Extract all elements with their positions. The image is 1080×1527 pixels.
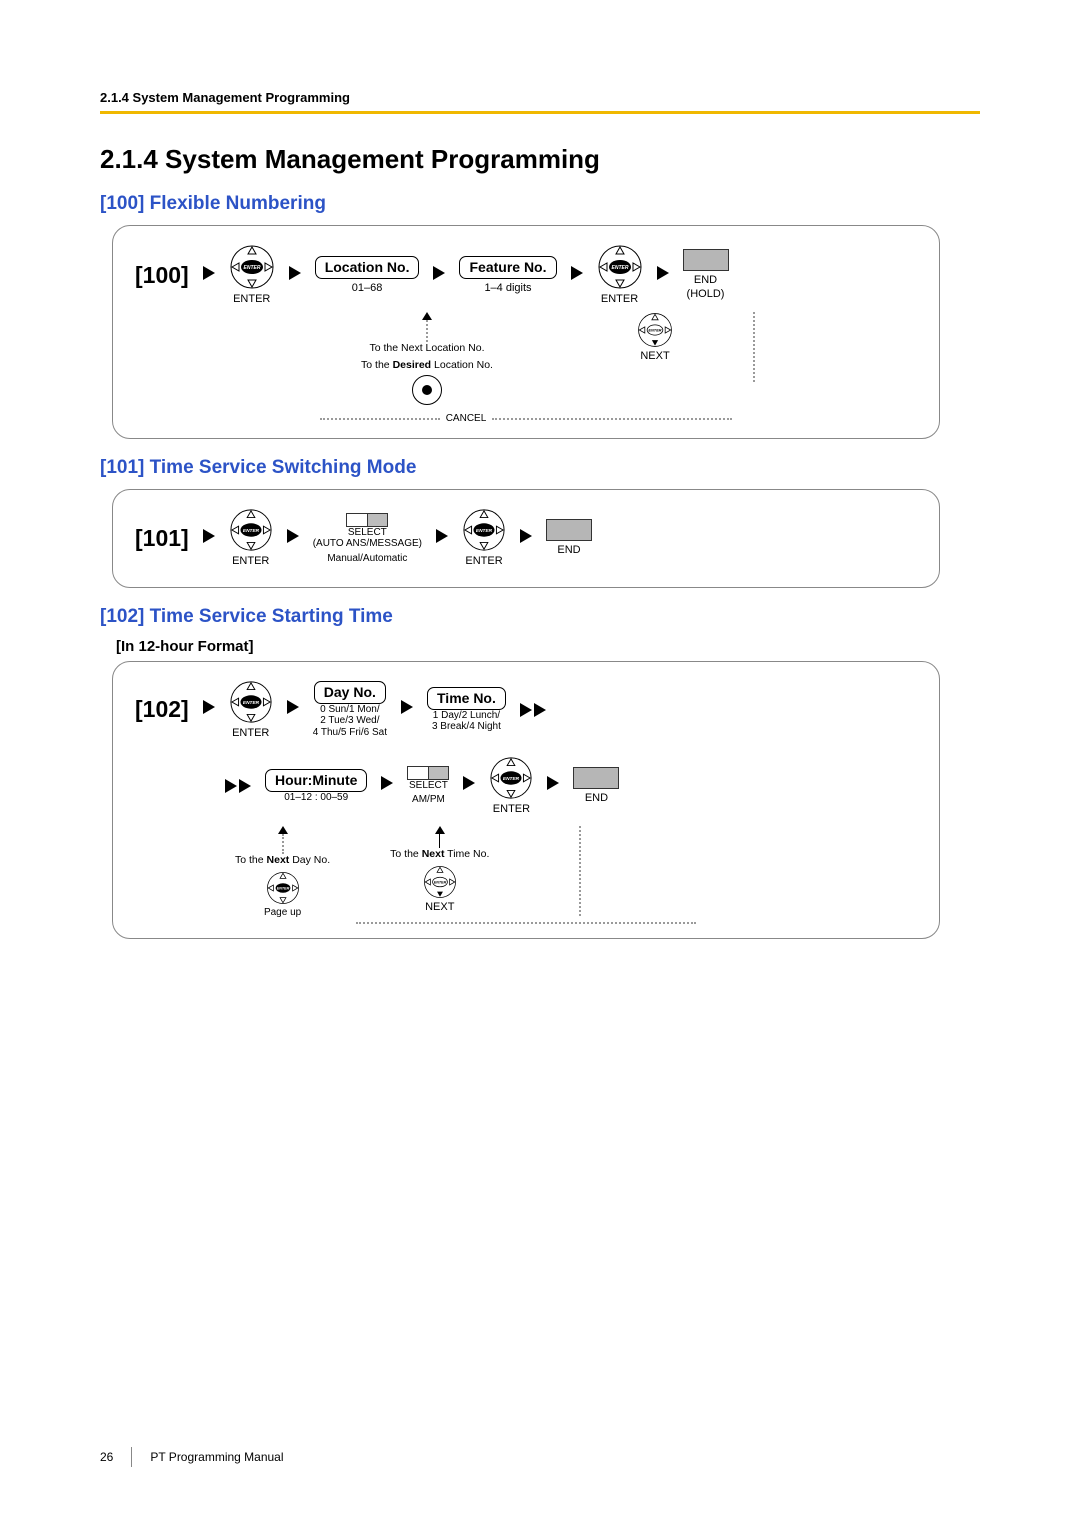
location-range: 01–68 <box>352 282 383 295</box>
end-label: END <box>585 792 608 805</box>
code-102: [102] <box>135 696 189 723</box>
hold-key-icon <box>683 249 729 271</box>
arrow-icon <box>657 266 669 285</box>
location-no-box: Location No. <box>315 256 420 279</box>
up-arrow-icon <box>422 312 432 320</box>
svg-text:ENTER: ENTER <box>648 328 661 333</box>
hold-key-icon <box>546 519 592 541</box>
time-values: 1 Day/2 Lunch/ 3 Break/4 Night <box>432 710 501 733</box>
arrow-icon <box>225 779 251 793</box>
arrow-icon <box>520 703 546 717</box>
time-no-box: Time No. <box>427 687 506 710</box>
arrow-icon <box>287 700 299 719</box>
to-next-time-text: To the Next Time No. <box>390 848 489 861</box>
jog-dial-icon <box>412 375 442 405</box>
up-arrow-icon <box>278 826 288 834</box>
ampm-label: AM/PM <box>412 794 445 806</box>
heading-100: [100] Flexible Numbering <box>100 193 980 215</box>
svg-text:ENTER: ENTER <box>434 880 447 884</box>
arrow-icon <box>203 700 215 719</box>
arrow-icon <box>287 529 299 548</box>
arrow-icon <box>203 529 215 548</box>
svg-text:ENTER: ENTER <box>243 265 260 271</box>
up-arrow-icon <box>435 826 445 834</box>
enter-button-100a: ENTER ENTER <box>229 244 275 306</box>
feature-range: 1–4 digits <box>484 282 531 295</box>
enter-button-101a: ENTER ENTER <box>229 508 273 568</box>
arrow-icon <box>520 529 532 548</box>
arrow-icon <box>203 266 215 285</box>
hour-minute-box: Hour:Minute <box>265 769 367 792</box>
flow-102: [102] ENTER ENTER D <box>112 661 940 939</box>
enter-label: ENTER <box>493 803 530 816</box>
enter-button-102a: ENTER ENTER <box>229 680 273 740</box>
next-label: NEXT <box>425 901 454 913</box>
enter-label: ENTER <box>233 293 270 306</box>
svg-text:ENTER: ENTER <box>476 528 493 534</box>
to-next-loc-text: To the Next Location No. <box>370 342 485 355</box>
arrow-icon <box>547 776 559 795</box>
svg-text:ENTER: ENTER <box>503 776 520 782</box>
next-label: NEXT <box>640 350 669 362</box>
to-desired-loc-text: To the Desired Location No. <box>361 359 493 372</box>
nav-button-icon: ENTER <box>637 312 673 348</box>
heading-101: [101] Time Service Switching Mode <box>100 457 980 479</box>
hm-range: 01–12 : 00–59 <box>284 792 348 804</box>
to-next-day-text: To the Next Day No. <box>235 854 330 867</box>
cancel-label: CANCEL <box>446 413 487 424</box>
arrow-icon <box>463 776 475 795</box>
select-rocker-icon <box>346 513 388 527</box>
enter-button-100b: ENTER ENTER <box>597 244 643 306</box>
page-footer: 26 PT Programming Manual <box>100 1447 284 1467</box>
end-label: END <box>557 544 580 557</box>
doc-title: PT Programming Manual <box>150 1450 283 1464</box>
page-title: 2.1.4 System Management Programming <box>100 144 980 175</box>
nav-button-icon: ENTER <box>423 865 457 899</box>
feature-no-box: Feature No. <box>459 256 556 279</box>
select-label: SELECT(AUTO ANS/MESSAGE) <box>313 527 422 550</box>
select-label: SELECT <box>409 780 448 792</box>
enter-label: ENTER <box>232 555 269 568</box>
enter-label: ENTER <box>465 555 502 568</box>
enter-label: ENTER <box>232 727 269 740</box>
svg-text:ENTER: ENTER <box>611 265 628 271</box>
page-number: 26 <box>100 1450 113 1464</box>
arrow-icon <box>436 529 448 548</box>
page-up-label: Page up <box>264 907 301 919</box>
nav-button-icon: ENTER <box>266 871 300 905</box>
enter-button-102b: ENTER ENTER <box>489 756 533 816</box>
day-values: 0 Sun/1 Mon/ 2 Tue/3 Wed/ 4 Thu/5 Fri/6 … <box>313 704 387 739</box>
end-label: END(HOLD) <box>687 274 725 300</box>
heading-102: [102] Time Service Starting Time <box>100 606 980 628</box>
arrow-icon <box>381 776 393 795</box>
running-header: 2.1.4 System Management Programming <box>100 90 980 114</box>
svg-text:ENTER: ENTER <box>243 528 260 534</box>
svg-text:ENTER: ENTER <box>276 886 289 890</box>
mode-label: Manual/Automatic <box>327 553 407 565</box>
arrow-icon <box>401 700 413 719</box>
arrow-icon <box>289 266 301 285</box>
select-rocker-icon <box>407 766 449 780</box>
flow-101: [101] ENTER ENTER <box>112 489 940 587</box>
enter-label: ENTER <box>601 293 638 306</box>
flow-100: [100] ENTER ENTER <box>112 225 940 439</box>
enter-button-101b: ENTER ENTER <box>462 508 506 568</box>
svg-text:ENTER: ENTER <box>243 699 260 705</box>
format-note-102: [In 12-hour Format] <box>116 638 980 655</box>
day-no-box: Day No. <box>314 681 386 704</box>
arrow-icon <box>433 266 445 285</box>
arrow-icon <box>571 266 583 285</box>
code-100: [100] <box>135 262 189 289</box>
hold-key-icon <box>573 767 619 789</box>
code-101: [101] <box>135 525 189 552</box>
